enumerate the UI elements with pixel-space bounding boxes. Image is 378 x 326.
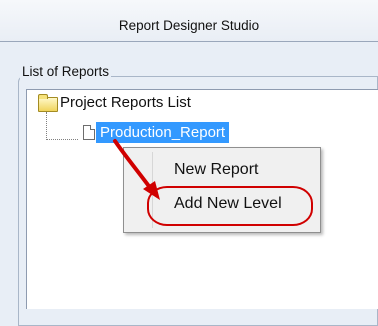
context-menu: New Report Add New Level xyxy=(123,147,321,233)
menu-item-new-report[interactable]: New Report xyxy=(127,155,317,185)
menu-item-label: Add New Level xyxy=(174,195,282,212)
document-icon xyxy=(83,125,95,140)
tree-root-item[interactable]: Project Reports List xyxy=(60,94,191,111)
reports-group-legend: List of Reports xyxy=(20,64,112,79)
window-title-bar: Report Designer Studio xyxy=(0,0,378,42)
folder-icon xyxy=(38,94,58,112)
menu-item-label: New Report xyxy=(174,161,259,178)
window-title: Report Designer Studio xyxy=(118,18,260,33)
tree-child-item-production-report[interactable]: Production_Report xyxy=(96,122,230,143)
menu-item-add-new-level[interactable]: Add New Level xyxy=(127,189,317,219)
tree-connector-lines xyxy=(46,112,78,140)
